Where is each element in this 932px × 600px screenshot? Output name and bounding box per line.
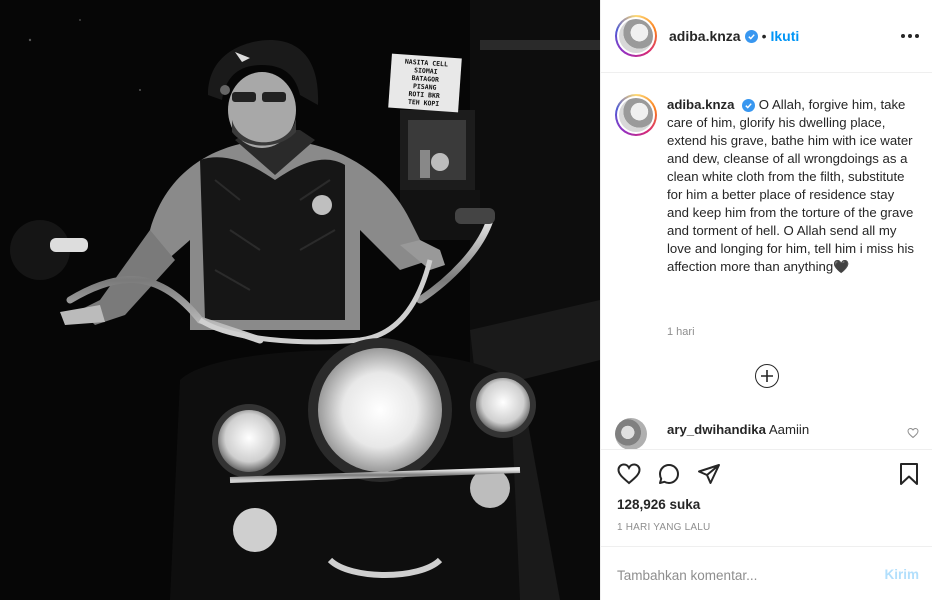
post-comment-button[interactable]: Kirim	[884, 567, 919, 582]
more-options-icon[interactable]	[901, 28, 919, 44]
commenter-avatar[interactable]	[615, 418, 647, 449]
photo-illustration: NASITA CELL SIOMAI BATAGOR PISANG ROTI B…	[0, 0, 600, 600]
header-username[interactable]: adiba.knza	[669, 28, 741, 44]
comment-bubble-icon[interactable]	[657, 462, 681, 491]
black-heart-emoji: 🖤	[833, 259, 850, 274]
verified-badge-icon	[742, 99, 756, 113]
comment-item: ary_dwihandika Aamiin	[615, 418, 925, 449]
header-separator: •	[761, 28, 767, 44]
caption-text: O Allah, forgive him, take care of him, …	[667, 97, 915, 274]
add-comment-bar: Kirim	[601, 546, 932, 600]
verified-badge-icon	[744, 29, 758, 43]
caption-avatar[interactable]	[615, 94, 657, 136]
save-bookmark-icon[interactable]	[897, 462, 921, 491]
share-paper-plane-icon[interactable]	[697, 462, 721, 491]
likes-count[interactable]: 128,926 suka	[617, 497, 700, 512]
like-comment-heart-icon[interactable]	[907, 426, 919, 444]
post-side-panel: adiba.knza • Ikuti adiba.knza O Allah, f…	[600, 0, 932, 600]
load-more-comments-icon[interactable]	[755, 364, 779, 388]
follow-button[interactable]: Ikuti	[771, 28, 800, 44]
like-heart-icon[interactable]	[617, 462, 641, 491]
post-actions: 128,926 suka 1 HARI YANG LALU	[601, 449, 932, 545]
avatar-image	[619, 19, 653, 53]
commenter-username[interactable]: ary_dwihandika	[667, 422, 766, 437]
post-caption: adiba.knza O Allah, forgive him, take ca…	[667, 96, 917, 276]
comment-text: Aamiin	[768, 422, 810, 437]
caption-username[interactable]: adiba.knza	[667, 97, 734, 112]
post-date[interactable]: 1 HARI YANG LALU	[617, 522, 710, 533]
avatar[interactable]	[615, 15, 657, 57]
comment-input[interactable]	[617, 565, 857, 585]
caption-timestamp[interactable]: 1 hari	[667, 326, 695, 338]
post-photo[interactable]: NASITA CELL SIOMAI BATAGOR PISANG ROTI B…	[0, 0, 600, 600]
comments-area[interactable]: adiba.knza O Allah, forgive him, take ca…	[601, 74, 932, 449]
post-header: adiba.knza • Ikuti	[601, 0, 932, 73]
